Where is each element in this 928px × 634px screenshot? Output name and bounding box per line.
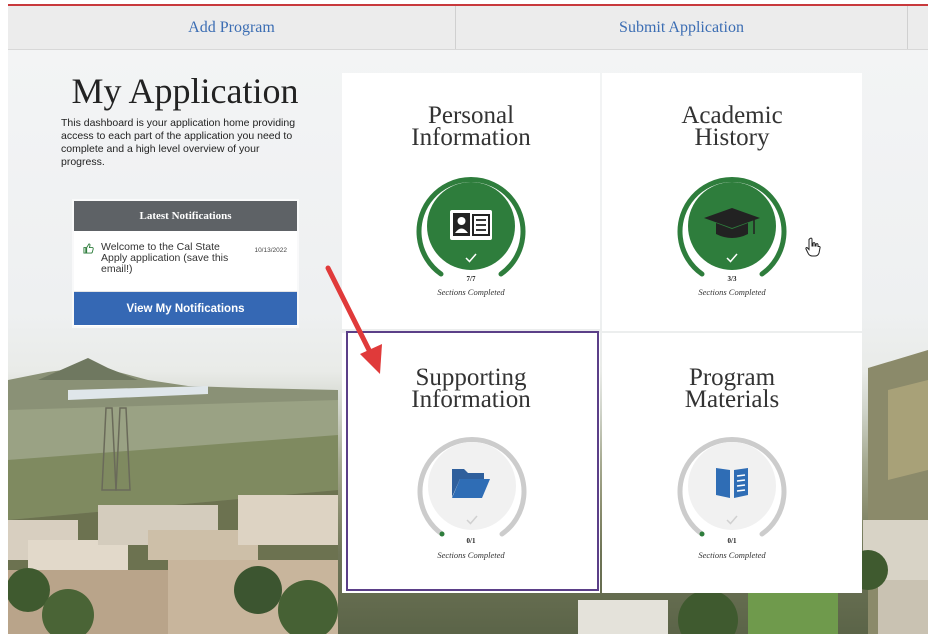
check-icon: [726, 253, 738, 263]
page-title: My Application: [71, 71, 299, 111]
id-card-icon: [450, 210, 492, 240]
sections-completed-label: Sections Completed: [698, 287, 766, 297]
tile-academic-history[interactable]: Academic History 3/3 Sections Completed: [602, 73, 862, 331]
sections-count: 0/1: [727, 537, 737, 545]
tile-title: Academic History: [681, 102, 783, 151]
hand-cursor-icon: [805, 237, 821, 257]
top-nav: Add Program Submit Application: [8, 6, 928, 50]
check-icon: [466, 515, 478, 525]
tile-title: Program Materials: [684, 364, 780, 413]
book-icon: [716, 468, 748, 498]
notification-item[interactable]: Welcome to the Cal State Apply applicati…: [74, 231, 297, 292]
page-description: This dashboard is your application home …: [61, 117, 296, 168]
check-icon: [465, 253, 477, 263]
sections-count: 0/1: [466, 537, 476, 545]
sections-count: 3/3: [727, 275, 737, 283]
graduation-cap-icon: [704, 208, 760, 238]
sections-completed-label: Sections Completed: [437, 550, 505, 560]
view-my-notifications-button[interactable]: View My Notifications: [74, 292, 297, 325]
notifications-header: Latest Notifications: [74, 201, 297, 231]
notification-text: Welcome to the Cal State Apply applicati…: [101, 241, 229, 275]
check-icon: [726, 515, 738, 525]
tile-title: Personal Information: [411, 102, 531, 151]
notifications-panel: Latest Notifications Welcome to the Cal …: [74, 201, 297, 326]
folder-icon: [452, 469, 490, 498]
add-program-button[interactable]: Add Program: [8, 6, 456, 49]
sections-completed-label: Sections Completed: [698, 550, 766, 560]
thumbs-up-icon: [83, 243, 94, 257]
submit-application-button[interactable]: Submit Application: [456, 6, 908, 49]
red-arrow-annotation: [325, 265, 382, 374]
tile-program-materials[interactable]: Program Materials 0/1 Sections Completed: [602, 333, 862, 593]
notification-date: 10/13/2022: [254, 247, 287, 254]
